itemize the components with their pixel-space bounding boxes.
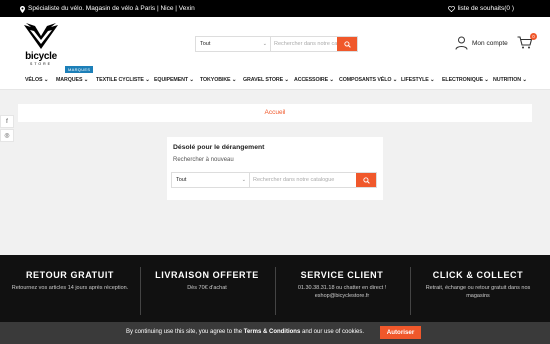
error-search-input[interactable]: Rechercher dans notre catalogue <box>250 173 356 187</box>
footer-col-desc: Retrait, échange ou retour gratuit dans … <box>425 285 531 299</box>
footer-divider <box>410 267 411 315</box>
error-search: Tout ⌄ Rechercher dans notre catalogue <box>171 172 377 188</box>
nav-item-label: TOKYOBIKE <box>200 77 231 83</box>
nav-item-label: TEXTILE CYCLISTE <box>96 77 144 83</box>
footer-col-title: SERVICE CLIENT <box>300 270 384 280</box>
cookie-message: By continuing use this site, you agree t… <box>126 329 364 335</box>
chevron-down-icon: ⌄ <box>262 41 267 47</box>
error-text: Rechercher à nouveau <box>173 157 234 163</box>
nav-item-tokyobike[interactable]: TOKYOBIKE ⌄ <box>200 77 236 83</box>
nav-item-lifestyle[interactable]: LIFESTYLE ⌄ <box>401 77 434 83</box>
nav-item-label: EQUIPEMENT <box>154 77 189 83</box>
nav-item-label: ELECTRONIQUE <box>442 77 483 83</box>
search-category-select[interactable]: Tout ⌄ <box>196 37 271 51</box>
wishlist-label: liste de souhaits(0 ) <box>457 5 514 12</box>
nav-item-label: LIFESTYLE <box>401 77 429 83</box>
nav-item-velos[interactable]: VÉLOS ⌄ <box>25 77 48 83</box>
error-search-category-select[interactable]: Tout ⌄ <box>172 173 250 187</box>
cart-count-badge: 0 <box>530 33 537 40</box>
marques-badge: MARQUES <box>65 66 94 73</box>
search-button[interactable] <box>337 37 357 51</box>
search-icon <box>362 176 370 184</box>
footer-col-title: CLICK & COLLECT <box>432 270 524 280</box>
logo-brand-text: bicycle <box>25 51 57 62</box>
cart-button[interactable]: 0 <box>517 33 537 50</box>
nav-item-label: NUTRITION <box>493 77 521 83</box>
cookie-banner: By continuing use this site, you agree t… <box>0 322 550 344</box>
chevron-down-icon: ⌄ <box>522 77 527 83</box>
site-header: bicycle STORE Tout ⌄ Rechercher dans not… <box>0 17 550 72</box>
nav-item-label: GRAVEL STORE <box>243 77 284 83</box>
search-icon <box>343 40 351 48</box>
nav-item-label: ACCESSOIRE <box>294 77 329 83</box>
chevron-down-icon: ⌄ <box>241 177 246 183</box>
cookie-prefix: By continuing use this site, you agree t… <box>126 329 244 335</box>
search-input[interactable]: Rechercher dans notre catalogue <box>271 37 337 51</box>
nav-item-label: MARQUES <box>56 77 83 83</box>
chevron-down-icon: ⌄ <box>145 77 150 83</box>
chevron-down-icon: ⌄ <box>329 77 334 83</box>
user-icon <box>455 36 468 50</box>
search-category-value: Tout <box>200 41 211 47</box>
footer-divider <box>140 267 141 315</box>
chevron-down-icon: ⌄ <box>392 77 398 83</box>
nav-item-textile[interactable]: TEXTILE CYCLISTE ⌄ <box>96 77 150 83</box>
account-link[interactable]: Mon compte <box>455 36 508 50</box>
site-logo[interactable]: bicycle STORE <box>18 22 64 70</box>
terms-link[interactable]: Terms & Conditions <box>244 329 301 335</box>
chevron-down-icon: ⌄ <box>484 77 489 83</box>
top-bar: Spécialiste du vélo. Magasin de vélo à P… <box>0 0 550 17</box>
footer-col-desc: Retournez vos articles 14 jours après ré… <box>11 285 129 291</box>
nav-item-gravel[interactable]: GRAVEL STORE ⌄ <box>243 77 289 83</box>
account-label: Mon compte <box>472 39 508 47</box>
wings-logo-icon <box>24 23 58 49</box>
chevron-down-icon: ⌄ <box>284 77 289 83</box>
facebook-button[interactable]: f <box>0 115 14 128</box>
nav-item-accessoire[interactable]: ACCESSOIRE ⌄ <box>294 77 334 83</box>
breadcrumb-home-link[interactable]: Accueil <box>265 109 286 116</box>
wishlist-link[interactable]: liste de souhaits(0 ) <box>447 5 514 12</box>
not-found-panel: Désolé pour le dérangement Rechercher à … <box>167 137 383 200</box>
header-search: Tout ⌄ Rechercher dans notre catalogue <box>195 36 358 52</box>
chevron-down-icon: ⌄ <box>43 77 49 83</box>
breadcrumb: Accueil <box>18 104 532 122</box>
chevron-down-icon: ⌄ <box>83 77 89 83</box>
heart-icon <box>447 5 455 12</box>
nav-item-marques[interactable]: MARQUES ⌄ <box>56 77 88 83</box>
tagline-text: Spécialiste du vélo. Magasin de vélo à P… <box>28 5 195 12</box>
instagram-button[interactable]: ◎ <box>0 129 14 142</box>
logo-sub-text: STORE <box>30 62 52 66</box>
footer-col-service: SERVICE CLIENT 01.30.38.31.18 ou chatter… <box>282 270 402 300</box>
nav-item-equipement[interactable]: EQUIPEMENT ⌄ <box>154 77 194 83</box>
footer-col-desc: 01.30.38.31.18 ou chatter en direct ! es… <box>297 285 387 299</box>
nav-item-composants[interactable]: COMPOSANTS VÉLO ⌄ <box>339 77 397 83</box>
footer-divider <box>275 267 276 315</box>
facebook-icon: f <box>6 118 8 125</box>
footer-col-desc: Dès 70€ d'achat <box>187 285 227 291</box>
footer-col-click-collect: CLICK & COLLECT Retrait, échange ou reto… <box>418 270 538 300</box>
footer-col-livraison: LIVRAISON OFFERTE Dès 70€ d'achat <box>147 270 267 293</box>
error-title: Désolé pour le dérangement <box>173 144 265 151</box>
chevron-down-icon: ⌄ <box>231 77 237 83</box>
footer-col-title: LIVRAISON OFFERTE <box>155 270 259 280</box>
nav-item-label: VÉLOS <box>25 77 43 83</box>
location-pin-icon <box>20 5 25 13</box>
nav-item-nutrition[interactable]: NUTRITION ⌄ <box>493 77 527 83</box>
cookie-suffix: and our use of cookies. <box>300 329 365 335</box>
chevron-down-icon: ⌄ <box>189 77 194 83</box>
footer-col-title: RETOUR GRATUIT <box>25 270 115 280</box>
error-search-category-value: Tout <box>176 177 187 183</box>
main-nav: MARQUES VÉLOS ⌄ MARQUES ⌄ TEXTILE CYCLIS… <box>0 66 550 90</box>
nav-item-electronique[interactable]: ELECTRONIQUE ⌄ <box>442 77 489 83</box>
footer-col-retour: RETOUR GRATUIT Retournez vos articles 14… <box>10 270 130 293</box>
error-search-button[interactable] <box>356 173 376 187</box>
nav-item-label: COMPOSANTS VÉLO <box>339 77 392 83</box>
instagram-icon: ◎ <box>4 133 10 139</box>
store-tagline: Spécialiste du vélo. Magasin de vélo à P… <box>20 5 195 13</box>
cookie-accept-button[interactable]: Autoriser <box>380 326 421 339</box>
chevron-down-icon: ⌄ <box>430 77 435 83</box>
